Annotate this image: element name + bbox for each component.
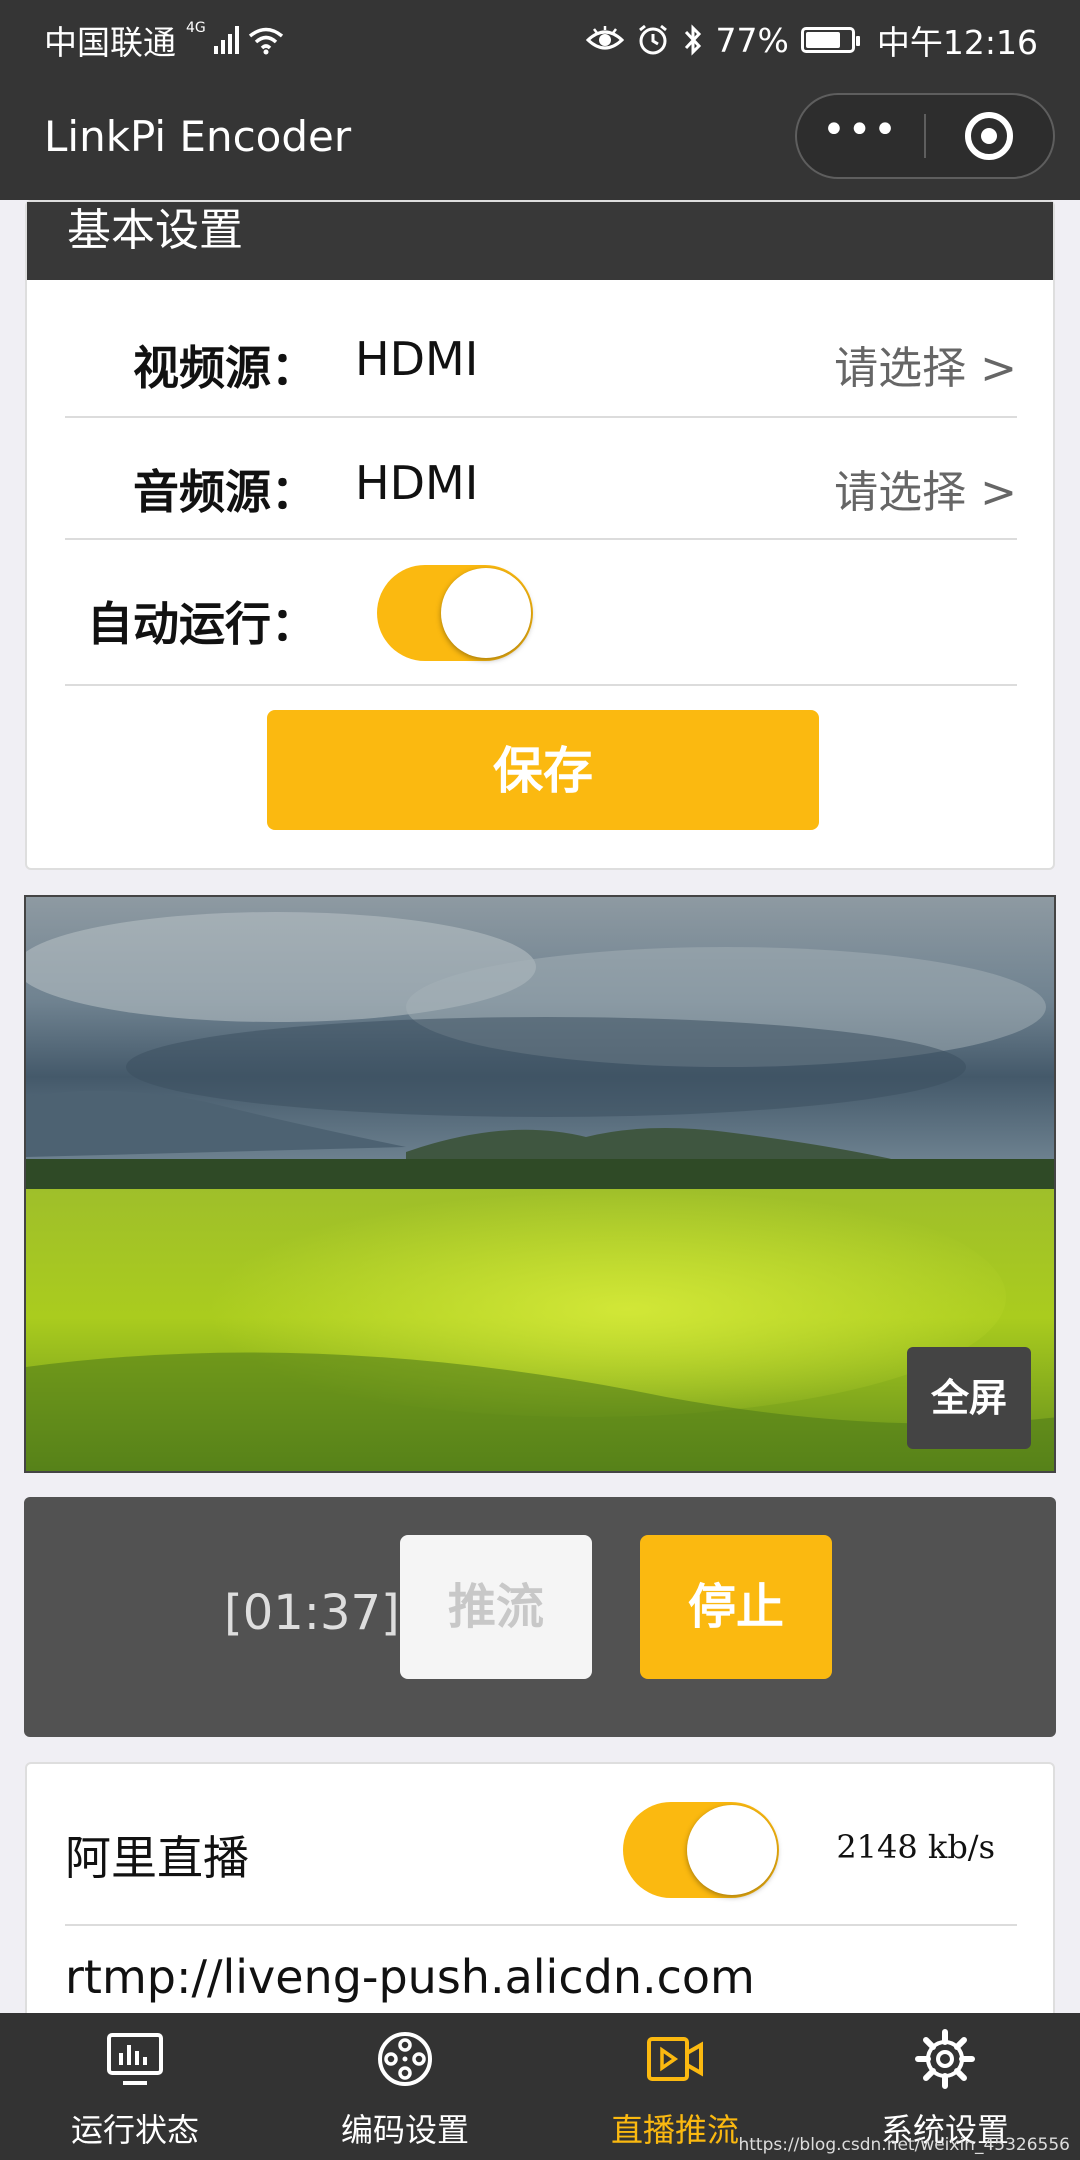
bluetooth-icon xyxy=(684,24,701,56)
stop-button[interactable]: 停止 xyxy=(640,1535,832,1679)
stream-url[interactable]: rtmp://liveng-push.alicdn.com xyxy=(65,1950,755,2004)
close-mini-program-button[interactable] xyxy=(926,112,1053,160)
network-type: 4G xyxy=(186,20,206,36)
stream-bitrate: 2148 kb/s xyxy=(836,1828,995,1866)
video-source-picker[interactable]: 请选择 > xyxy=(834,332,1017,396)
tab-bar: 运行状态 编码设置 直播推流 系统设置 https://blog.csdn.ne… xyxy=(0,2013,1080,2160)
signal-icon xyxy=(213,26,239,54)
battery-percent: 77% xyxy=(715,20,789,60)
stream-toggle[interactable] xyxy=(623,1802,779,1898)
audio-source-label: 音频源： xyxy=(133,465,317,519)
wifi-icon xyxy=(248,27,283,55)
clock: 中午12:16 xyxy=(876,23,1038,62)
audio-source-value: HDMI xyxy=(355,456,479,510)
mini-program-capsule: ••• xyxy=(795,93,1055,179)
auto-run-label: 自动运行： xyxy=(87,597,317,651)
settings-header: 基本设置 xyxy=(27,202,1053,280)
save-button[interactable]: 保存 xyxy=(267,710,819,830)
stream-row: 阿里直播 2148 kb/s xyxy=(65,1764,1017,1926)
more-button[interactable]: ••• xyxy=(797,110,924,150)
video-source-label: 视频源： xyxy=(133,341,317,395)
preview-landscape-image xyxy=(26,897,1054,1471)
fullscreen-button[interactable]: 全屏 xyxy=(907,1347,1031,1449)
top-bar: 中国联通 4G 77% 中午12:16 LinkPi Encoder ••• xyxy=(0,0,1080,200)
toggle-knob xyxy=(441,568,531,658)
battery-icon xyxy=(800,27,860,53)
app-title: LinkPi Encoder xyxy=(44,112,352,161)
video-source-row[interactable]: 视频源： HDMI 请选择 > xyxy=(65,282,1017,418)
tab-encode-settings[interactable]: 编码设置 xyxy=(270,2013,540,2160)
auto-run-toggle[interactable] xyxy=(377,565,533,661)
target-icon xyxy=(965,112,1014,160)
status-bar: 中国联通 4G 77% 中午12:16 xyxy=(0,0,1080,76)
carrier-name: 中国联通 xyxy=(44,23,176,62)
video-source-value: HDMI xyxy=(355,332,479,386)
stream-name: 阿里直播 xyxy=(65,1831,249,1885)
audio-source-row[interactable]: 音频源： HDMI 请选择 > xyxy=(65,418,1017,540)
video-preview[interactable] xyxy=(24,895,1056,1473)
push-timer: [01:37] xyxy=(224,1585,400,1641)
toggle-knob xyxy=(687,1805,777,1895)
audio-source-picker[interactable]: 请选择 > xyxy=(834,456,1017,520)
watermark-text: https://blog.csdn.net/weixin_45326556 xyxy=(738,2135,1070,2155)
monitor-chart-icon xyxy=(107,2033,163,2085)
basic-settings-card: 基本设置 视频源： HDMI 请选择 > 音频源： HDMI 请选择 > 自动运… xyxy=(25,200,1055,870)
auto-run-row: 自动运行： xyxy=(65,540,1017,686)
push-button[interactable]: 推流 xyxy=(400,1535,592,1679)
tab-label: 编码设置 xyxy=(340,2111,469,2149)
stream-card: 阿里直播 2148 kb/s rtmp://liveng-push.alicdn… xyxy=(25,1762,1055,2022)
tab-label: 运行状态 xyxy=(70,2111,199,2149)
gear-icon xyxy=(915,2029,975,2089)
alarm-icon xyxy=(638,24,667,55)
push-control-bar: [01:37] 推流 停止 xyxy=(24,1497,1056,1737)
film-reel-icon xyxy=(378,2032,432,2086)
video-camera-icon xyxy=(647,2037,703,2081)
eye-icon xyxy=(585,26,624,50)
tab-run-status[interactable]: 运行状态 xyxy=(0,2013,270,2160)
